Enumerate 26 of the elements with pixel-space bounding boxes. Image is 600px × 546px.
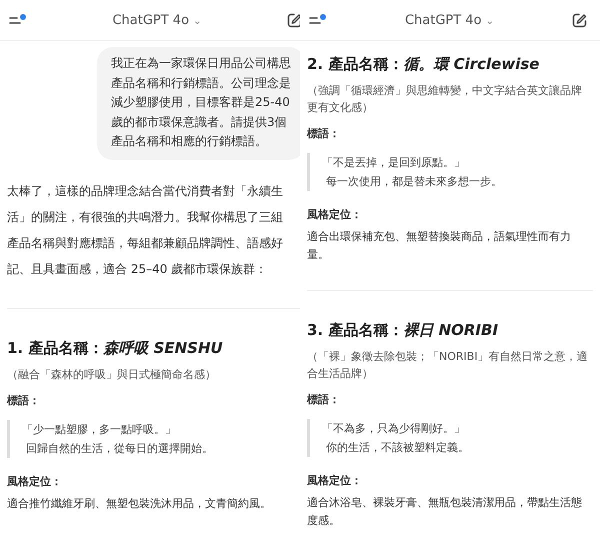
product-note: （「裸」象徵去除包裝；「NORIBI」有自然日常之意，適合生活品牌） (307, 349, 589, 382)
product-heading: 1. 產品名稱：森呼吸 SENSHU (7, 338, 224, 358)
style-label: 風格定位： (307, 207, 363, 222)
slogan-label: 標語： (307, 126, 341, 141)
style-text: 適合沐浴皂、裸裝牙膏、無瓶包裝清潔用品，帶點生活態度感。 (307, 495, 583, 529)
edit-icon[interactable] (572, 12, 587, 28)
slogan-label: 標語： (307, 392, 341, 407)
product-heading: 2. 產品名稱：循。環 Circlewise (307, 55, 540, 74)
style-label: 風格定位： (307, 473, 363, 488)
menu-icon[interactable] (309, 14, 327, 26)
style-label: 風格定位： (7, 474, 63, 488)
user-message: 我正在為一家環保日用品公司構思產品名稱和行銷標語。公司理念是減少塑膠使用，目標客群是25-40歲的都市環保意識者。請提供3個產品名稱和相應的行銷標語。 (97, 47, 300, 160)
model-selector[interactable]: ChatGPT 4o ⌄ (404, 12, 494, 28)
slogan-label: 標語： (7, 392, 41, 408)
slogan-quote: 「不為多，只為少得剛好。」 你的生活，不該被塑料定義。 (307, 419, 589, 457)
reply-paragraph: 太棒了，這樣的品牌理念結合當代消費者對「永續生活」的關注，有很強的共鳴潛力。我幫你構思了三組產品名稱與對應標語，每組都兼顧品牌調性、語感好記、且具畫面感，適合 25–40 歲都市環保族群： (7, 182, 284, 278)
slogan-quote: 「少一點塑膠，多一點呼吸。」 回歸自然的生活，從每日的選擇開始。 (7, 420, 289, 458)
style-text: 適合推竹纖維牙刷、無塑包裝洗沐用品，文青簡約風。 (7, 496, 272, 512)
model-selector[interactable]: ChatGPT 4o ⌄ (112, 12, 202, 28)
menu-icon[interactable] (9, 14, 27, 26)
product-note: （強調「循環經濟」與思維轉變，中文字結合英文讓品牌更有文化感） (307, 83, 583, 116)
slogan-quote: 「不是丟掉，是回到原點。」 每一次使用，都是替未來多想一步。 (307, 153, 589, 191)
product-heading: 3. 產品名稱：裸日 NORIBI (307, 321, 500, 340)
edit-icon[interactable] (287, 12, 300, 28)
style-text: 適合出環保補充包、無塑替換裝商品，語氣理性而有力量。 (307, 229, 572, 263)
product-note: （融合「森林的呼吸」與日式極簡命名感） (7, 366, 217, 382)
